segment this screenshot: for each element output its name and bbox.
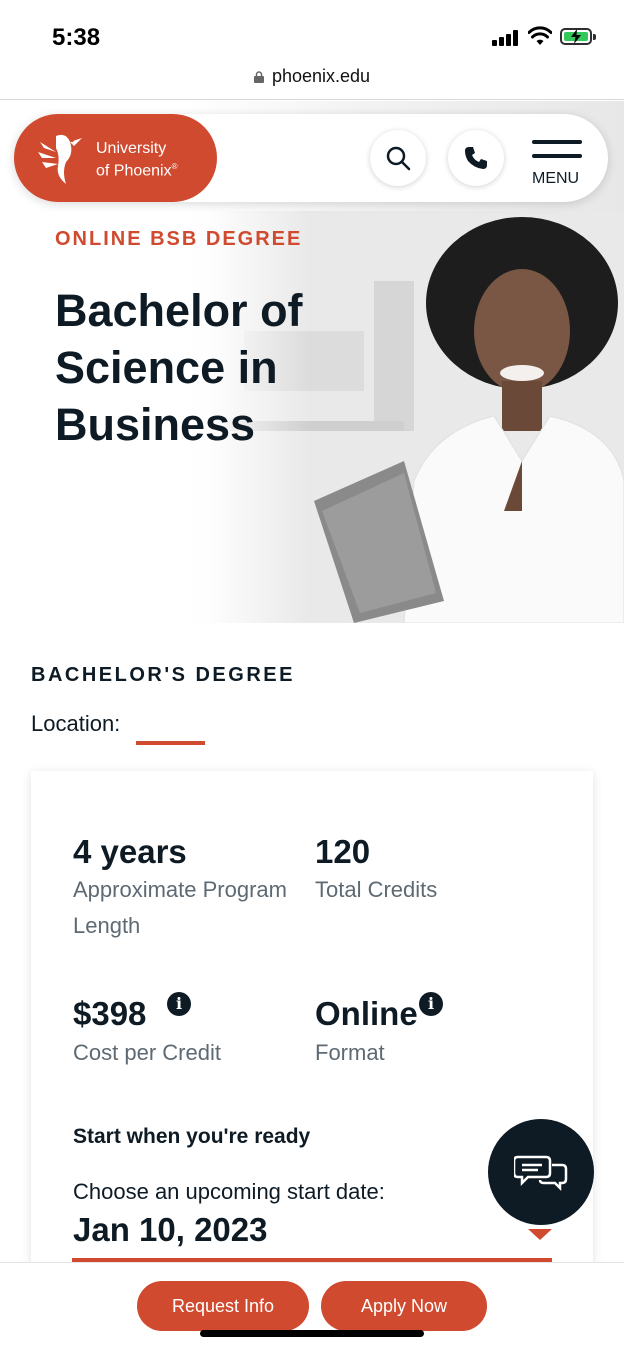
info-icon[interactable]: i [419, 992, 443, 1016]
info-icon[interactable]: i [167, 992, 191, 1016]
apply-now-button[interactable]: Apply Now [321, 1281, 487, 1331]
start-date-select[interactable]: Jan 10, 2023 [73, 1211, 268, 1249]
call-button[interactable] [448, 130, 504, 186]
university-logo[interactable]: University of Phoenix® [14, 114, 217, 202]
page-title: Bachelor of Science in Business [55, 282, 335, 453]
address-bar[interactable]: phoenix.edu [0, 60, 624, 100]
total-credits-label: Total Credits [315, 877, 438, 902]
logo-line: of Phoenix [96, 162, 172, 180]
location-label: Location: [31, 711, 121, 736]
title-line: Business [55, 399, 256, 450]
search-icon [386, 146, 411, 171]
cost-per-credit-label: Cost per Credit [73, 1040, 221, 1065]
hamburger-icon [532, 140, 582, 144]
chevron-down-icon[interactable] [528, 1229, 552, 1240]
degree-type-label: BACHELOR'S DEGREE [31, 664, 295, 686]
cost-per-credit-value: $398 [73, 995, 147, 1032]
location-selector[interactable] [136, 741, 205, 745]
registered-mark: ® [171, 162, 178, 171]
start-heading: Start when you're ready [73, 1125, 311, 1148]
program-length-value: 4 years [73, 833, 187, 870]
status-bar: 5:38 [0, 0, 624, 66]
phoenix-logo-icon [38, 134, 82, 184]
menu-label: MENU [532, 170, 580, 187]
format-value: Online [315, 995, 418, 1032]
start-date-prompt: Choose an upcoming start date: [73, 1179, 385, 1204]
hero-eyebrow: ONLINE BSB DEGREE [55, 228, 303, 250]
chat-button[interactable] [488, 1119, 594, 1225]
wifi-icon [528, 26, 552, 45]
cellular-signal-icon [492, 30, 520, 46]
title-line: Bachelor of [55, 285, 303, 336]
request-info-button[interactable]: Request Info [137, 1281, 309, 1331]
format-label: Format [315, 1040, 385, 1065]
total-credits-value: 120 [315, 833, 371, 870]
logo-text: University of Phoenix® [96, 140, 178, 180]
menu-button[interactable]: MENU [528, 138, 586, 192]
hamburger-icon-bar [532, 154, 582, 158]
home-indicator [200, 1330, 424, 1337]
lock-icon [253, 71, 264, 83]
program-length-label: Approximate Program Length [73, 877, 287, 938]
status-time: 5:38 [52, 24, 101, 51]
search-button[interactable] [370, 130, 426, 186]
logo-line: University [96, 140, 167, 157]
battery-charging-icon [560, 28, 596, 45]
phone-icon [465, 147, 487, 169]
url-text: phoenix.edu [271, 66, 371, 86]
chat-icon [514, 1155, 568, 1191]
title-line: Science in [55, 342, 278, 393]
